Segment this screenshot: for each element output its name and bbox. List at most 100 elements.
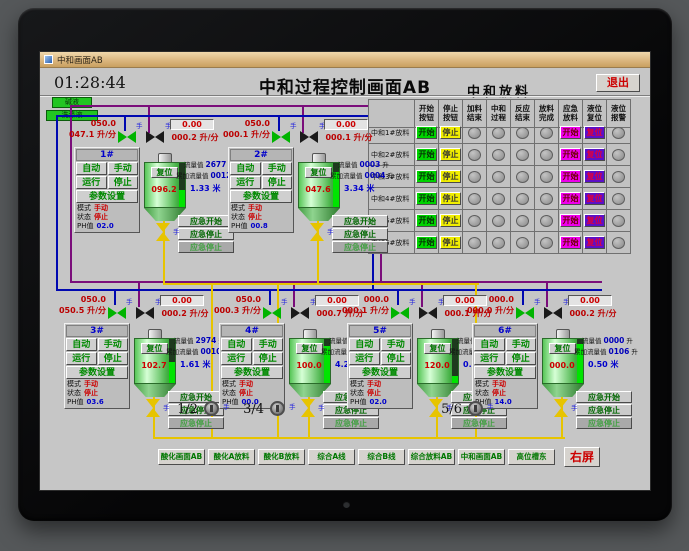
manual-button[interactable]: 手动 [107,162,138,175]
inlet-valve-icon[interactable] [391,307,409,319]
window-titlebar[interactable]: 中和画面AB [40,52,650,68]
run-button[interactable]: 运行 [221,352,252,365]
stop-discharge-button[interactable]: 停止 [440,236,461,249]
shutoff-valve-icon[interactable] [419,307,437,319]
outlet-valve-icon[interactable] [301,399,315,417]
level-reset-button[interactable]: 复位 [584,148,605,161]
auto-button[interactable]: 自动 [76,162,107,175]
outlet-valve-icon[interactable] [146,399,160,417]
outlet-valve-icon[interactable] [310,223,324,241]
level-reset-button[interactable]: 复位 [584,126,605,139]
nav-button-7[interactable]: 中和画面AB [458,449,505,465]
tank-reset-button[interactable]: 复位 [151,167,178,178]
shutoff-valve-icon[interactable] [300,131,318,143]
emergency-discharge-button[interactable]: 开始 [560,126,581,139]
tank-reset-button[interactable]: 复位 [549,343,576,354]
stop-button[interactable]: 停止 [380,352,411,365]
inlet-valve-icon[interactable] [108,307,126,319]
stop-button[interactable]: 停止 [252,352,283,365]
stop-discharge-button[interactable]: 停止 [440,192,461,205]
stop-button[interactable]: 停止 [261,176,292,189]
emergency-start-button[interactable]: 应急开始 [332,215,388,227]
nav-button-2[interactable]: 酸化A放料 [208,449,255,465]
start-discharge-button[interactable]: 开始 [416,192,437,205]
tank-reset-button[interactable]: 复位 [296,343,323,354]
emergency-discharge-button[interactable]: 开始 [560,170,581,183]
tank-reset-button[interactable]: 复位 [141,343,168,354]
level-reset-button[interactable]: 复位 [584,192,605,205]
start-discharge-button[interactable]: 开始 [416,148,437,161]
auto-button[interactable]: 自动 [221,338,252,351]
emergency-stop-disabled-button[interactable]: 应急停止 [332,241,388,253]
shutoff-valve-icon[interactable] [291,307,309,319]
emergency-discharge-button[interactable]: 开始 [560,236,581,249]
run-button[interactable]: 运行 [66,352,97,365]
outlet-valve-icon[interactable] [554,399,568,417]
start-discharge-button[interactable]: 开始 [416,170,437,183]
nav-button-6[interactable]: 综合放料AB [408,449,455,465]
nav-button-5[interactable]: 综合B线 [358,449,405,465]
tank-reset-button[interactable]: 复位 [424,343,451,354]
pump-icon[interactable] [204,401,219,416]
param-settings-button[interactable]: 参数设置 [349,366,411,379]
start-discharge-button[interactable]: 开始 [416,236,437,249]
shutoff-valve-icon[interactable] [544,307,562,319]
manual-button[interactable]: 手动 [380,338,411,351]
discharge-done-indicator [540,170,553,183]
stop-discharge-button[interactable]: 停止 [440,126,461,139]
run-button[interactable]: 运行 [474,352,505,365]
nav-button-3[interactable]: 酸化B放料 [258,449,305,465]
manual-button[interactable]: 手动 [97,338,128,351]
stop-button[interactable]: 停止 [107,176,138,189]
level-reset-button[interactable]: 复位 [584,236,605,249]
shutoff-valve-icon[interactable] [136,307,154,319]
start-discharge-button[interactable]: 开始 [416,214,437,227]
emergency-stop-button[interactable]: 应急停止 [576,404,632,416]
emergency-stop-button[interactable]: 应急停止 [332,228,388,240]
inlet-valve-icon[interactable] [263,307,281,319]
stop-button[interactable]: 停止 [97,352,128,365]
nav-button-4[interactable]: 综合A线 [308,449,355,465]
auto-button[interactable]: 自动 [474,338,505,351]
run-button[interactable]: 运行 [349,352,380,365]
shutoff-valve-icon[interactable] [146,131,164,143]
inlet-valve-icon[interactable] [118,131,136,143]
manual-button[interactable]: 手动 [261,162,292,175]
nav-button-8[interactable]: 高位槽东 [508,449,555,465]
instant-rate: 000.2 升/分 [569,309,617,318]
param-settings-button[interactable]: 参数设置 [474,366,536,379]
level-reset-button[interactable]: 复位 [584,214,605,227]
emergency-discharge-button[interactable]: 开始 [560,148,581,161]
emergency-discharge-button[interactable]: 开始 [560,214,581,227]
auto-button[interactable]: 自动 [66,338,97,351]
stop-discharge-button[interactable]: 停止 [440,148,461,161]
stop-discharge-button[interactable]: 停止 [440,170,461,183]
manual-button[interactable]: 手动 [505,338,536,351]
right-screen-button[interactable]: 右屏 [564,447,600,467]
outlet-valve-icon[interactable] [156,223,170,241]
level-reset-button[interactable]: 复位 [584,170,605,183]
run-button[interactable]: 运行 [230,176,261,189]
param-settings-button[interactable]: 参数设置 [76,190,138,203]
stop-button[interactable]: 停止 [505,352,536,365]
param-settings-button[interactable]: 参数设置 [230,190,292,203]
run-button[interactable]: 运行 [76,176,107,189]
start-discharge-button[interactable]: 开始 [416,126,437,139]
param-settings-button[interactable]: 参数设置 [221,366,283,379]
exit-button[interactable]: 退出 [596,74,640,92]
emergency-discharge-button[interactable]: 开始 [560,192,581,205]
manual-button[interactable]: 手动 [252,338,283,351]
auto-button[interactable]: 自动 [349,338,380,351]
stop-discharge-button[interactable]: 停止 [440,214,461,227]
nav-button-1[interactable]: 酸化画面AB [158,449,205,465]
emergency-start-button[interactable]: 应急开始 [576,391,632,403]
tank-reset-button[interactable]: 复位 [305,167,332,178]
pump-icon[interactable] [270,401,285,416]
auto-button[interactable]: 自动 [230,162,261,175]
inlet-valve-icon[interactable] [516,307,534,319]
pump-icon[interactable] [468,401,483,416]
monitor-bezel: 中和画面AB 01:28:44 中和过程控制画面AB 中和放料 退出 碱液 洗涤… [18,8,672,521]
inlet-valve-icon[interactable] [272,131,290,143]
emergency-stop-disabled-button[interactable]: 应急停止 [576,417,632,429]
param-settings-button[interactable]: 参数设置 [66,366,128,379]
